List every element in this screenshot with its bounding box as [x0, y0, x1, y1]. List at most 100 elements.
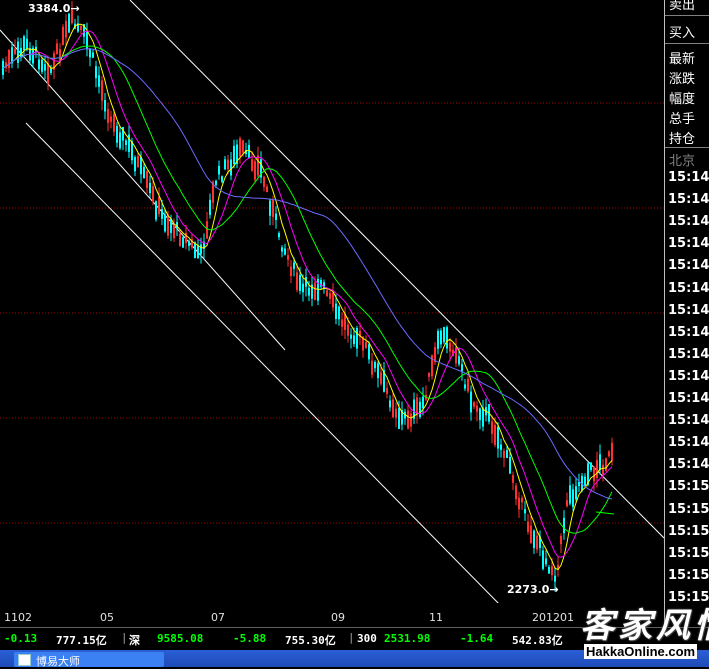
candle-down	[155, 201, 157, 220]
candle-up	[494, 424, 496, 445]
candle-down	[26, 38, 28, 50]
candle-down	[92, 52, 94, 58]
candle-down	[149, 182, 151, 194]
status-turnover: 777.15亿	[56, 634, 107, 647]
trade-time: 15:14	[668, 391, 709, 406]
candle-down	[308, 287, 310, 296]
watermark: 客家风情 HakkaOnline.com	[576, 598, 709, 667]
status-shenzhen-turnover: 755.30亿	[285, 634, 336, 647]
candle-down	[542, 550, 544, 569]
status-shenzhen-change: -5.88	[233, 632, 267, 645]
candle-up	[62, 26, 64, 46]
candle-down	[500, 444, 502, 450]
candle-down	[23, 36, 25, 51]
candle-up	[410, 413, 412, 427]
candle-up	[107, 109, 109, 123]
candle-up	[8, 49, 10, 69]
status-hs300-index: 2531.98	[384, 632, 431, 645]
candle-down	[353, 335, 355, 345]
candle-up	[428, 372, 430, 377]
candle-up	[473, 402, 475, 407]
candle-down	[278, 233, 280, 238]
candle-up	[239, 138, 241, 157]
field-latest: 最新	[669, 52, 696, 67]
candle-down	[293, 262, 295, 269]
candle-down	[575, 486, 577, 500]
status-shenzhen-index: 9585.08	[157, 632, 204, 645]
candle-down	[281, 247, 283, 252]
candle-up	[341, 319, 343, 327]
divider	[665, 15, 709, 16]
candle-up	[395, 408, 397, 418]
candle-up	[503, 450, 505, 459]
moving-average-line	[2, 23, 613, 571]
candle-down	[284, 248, 286, 255]
sell-button[interactable]: 卖出	[669, 0, 695, 13]
candle-down	[443, 327, 445, 343]
candle-up	[137, 156, 139, 168]
candle-down	[248, 144, 250, 158]
candle-down	[17, 41, 19, 63]
trend-channel-line	[0, 29, 286, 351]
moving-average-line	[2, 30, 613, 558]
candle-up	[605, 458, 607, 471]
candle-up	[386, 387, 388, 394]
candle-up	[560, 535, 562, 545]
candle-down	[533, 530, 535, 549]
candle-down	[389, 400, 391, 408]
candle-down	[161, 209, 163, 219]
low-price-label: 2273.0→	[507, 583, 559, 596]
x-tick-label: 09	[331, 611, 345, 624]
buy-button[interactable]: 买入	[669, 22, 695, 41]
candle-down	[458, 356, 460, 365]
candle-up	[407, 410, 409, 429]
candle-up	[80, 25, 82, 30]
candle-down	[197, 245, 199, 258]
candle-down	[374, 361, 376, 369]
candle-up	[347, 324, 349, 336]
taskbar-app-button[interactable]: 博易大师	[14, 652, 164, 668]
candle-down	[200, 244, 202, 254]
candle-up	[65, 20, 67, 38]
candle-down	[188, 241, 190, 247]
candle-up	[536, 535, 538, 550]
candle-down	[419, 401, 421, 418]
candle-down	[224, 159, 226, 170]
candle-down	[368, 344, 370, 360]
candle-up	[152, 186, 154, 202]
candle-up	[257, 155, 259, 176]
candle-down	[95, 66, 97, 79]
candle-up	[173, 224, 175, 239]
candle-down	[572, 489, 574, 508]
candle-down	[377, 363, 379, 379]
region-label: 北京	[669, 154, 696, 169]
candle-down	[68, 13, 70, 33]
candle-down	[440, 330, 442, 345]
trade-time: 15:15	[668, 545, 709, 561]
kline-chart[interactable]: 3384.0→ 2273.0→	[0, 0, 664, 603]
divider	[665, 43, 709, 44]
candle-up	[227, 159, 229, 170]
candle-down	[569, 485, 571, 504]
candle-down	[437, 330, 439, 349]
candle-up	[392, 399, 394, 418]
candle-down	[563, 517, 565, 534]
candle-up	[332, 292, 334, 308]
trade-time: 15:15	[668, 523, 709, 539]
candle-down	[506, 450, 508, 458]
candle-up	[512, 475, 514, 483]
x-tick-label: 1102	[4, 611, 32, 624]
candle-up	[254, 161, 256, 180]
field-open-interest: 持仓	[669, 132, 696, 147]
trade-time: 15:15	[668, 501, 709, 517]
x-axis: 1102 05 07 09 11 201201	[0, 609, 664, 625]
candle-up	[113, 114, 115, 132]
candle-down	[590, 462, 592, 471]
candle-up	[110, 116, 112, 122]
candle-down	[215, 180, 217, 186]
moving-average-line	[2, 45, 613, 534]
candle-up	[326, 290, 328, 297]
candle-up	[518, 497, 520, 510]
status-hs300-turnover: 542.83亿	[512, 634, 563, 647]
x-tick-label: 11	[429, 611, 443, 624]
